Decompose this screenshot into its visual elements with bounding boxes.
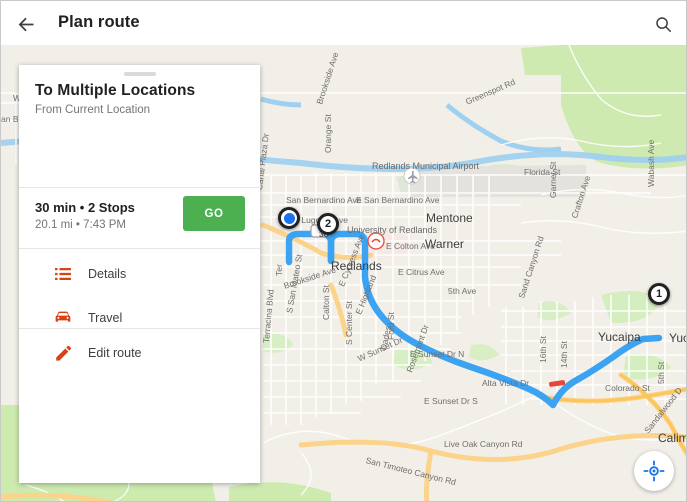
panel-divider-menu [19, 328, 260, 329]
route-duration-stops: 30 min • 2 Stops [35, 200, 135, 215]
menu-item-edit-route-label: Edit route [88, 346, 142, 360]
menu-item-edit-route[interactable]: Edit route [19, 331, 260, 375]
search-button[interactable] [652, 13, 674, 35]
origin-marker-dot [283, 212, 295, 224]
pencil-icon [54, 344, 72, 362]
waypoint-marker-1[interactable]: 1 [648, 283, 670, 305]
go-button[interactable]: GO [183, 196, 245, 231]
app-bar: Plan route [1, 1, 686, 45]
search-icon [655, 16, 671, 32]
page-title: Plan route [58, 13, 140, 31]
menu-item-details[interactable]: Details [19, 252, 260, 296]
waypoint-marker-2[interactable]: 2 [317, 213, 339, 235]
destination-block: To Multiple Locations From Current Locat… [19, 82, 260, 116]
destination-title: To Multiple Locations [35, 82, 196, 99]
my-location-button[interactable] [634, 451, 674, 491]
menu-item-details-label: Details [88, 267, 127, 281]
list-icon [54, 265, 72, 283]
route-summary-row: 30 min • 2 Stops 20.1 mi • 7:43 PM GO [19, 188, 260, 248]
car-icon [54, 309, 72, 327]
route-summary-panel: To Multiple Locations From Current Locat… [19, 65, 260, 483]
back-button[interactable] [13, 11, 39, 37]
menu-item-travel-label: Travel [88, 311, 123, 325]
origin-marker[interactable] [278, 207, 300, 229]
route-distance-eta: 20.1 mi • 7:43 PM [35, 219, 126, 231]
arrow-back-icon [18, 17, 33, 31]
panel-drag-handle[interactable] [123, 72, 156, 76]
my-location-icon [643, 460, 665, 482]
panel-divider-summary [19, 248, 260, 249]
plan-route-screen: W 5th StE 5th St3rd Stan BBrookside AveO… [0, 0, 687, 502]
origin-label: From Current Location [35, 104, 151, 116]
